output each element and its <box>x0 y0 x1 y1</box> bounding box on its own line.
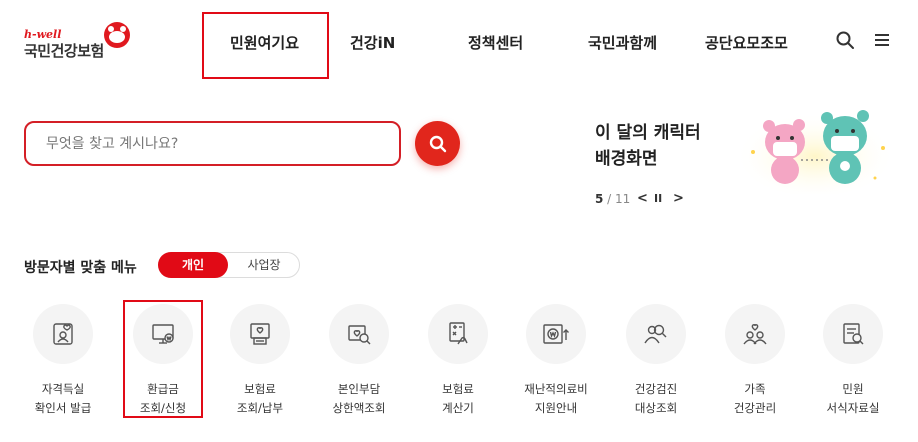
promo-total: 11 <box>615 192 631 206</box>
calculator-hand-icon <box>449 322 468 345</box>
menu-label: 보험료 조회/납부 <box>214 380 306 418</box>
menu-label: 재난적의료비 지원안내 <box>510 380 602 418</box>
promo-counter: 5 / 11 <box>595 192 630 206</box>
menu-item-qualification-cert[interactable]: 자격득실 확인서 발급 <box>17 304 109 434</box>
tab-business[interactable]: 사업장 <box>229 253 299 277</box>
search-icon[interactable] <box>835 30 855 50</box>
menu-label-line2: 계산기 <box>442 401 474 415</box>
hamburger-menu-icon[interactable] <box>872 30 892 50</box>
menu-item-refund[interactable]: 환급금 조회/신청 <box>117 304 209 434</box>
heart-search-icon <box>348 325 371 345</box>
search-box <box>24 121 401 166</box>
menu-item-disaster-medical-support[interactable]: 재난적의료비 지원안내 <box>510 304 602 434</box>
logo-text: 국민건강보험 <box>24 42 104 60</box>
visitor-type-toggle: 개인 사업장 <box>158 252 300 278</box>
menu-label-line1: 본인부담 <box>337 382 381 396</box>
search-button[interactable] <box>415 121 460 166</box>
menu-label-line1: 환급금 <box>147 382 179 396</box>
menu-label-line1: 민원 <box>842 382 864 396</box>
menu-icon-circle <box>823 304 883 364</box>
menu-label-line1: 재난적의료비 <box>524 382 588 396</box>
menu-icon-circle <box>526 304 586 364</box>
menu-icon-circle <box>626 304 686 364</box>
menu-item-copay-limit[interactable]: 본인부담 상한액조회 <box>313 304 405 434</box>
monitor-won-icon <box>152 324 174 344</box>
menu-label: 본인부담 상한액조회 <box>313 380 405 418</box>
menu-label-line1: 보험료 <box>244 382 276 396</box>
menu-label-line2: 조회/신청 <box>139 401 187 415</box>
won-support-icon <box>543 324 569 344</box>
nav-item-policy-center[interactable]: 정책센터 <box>468 32 523 53</box>
menu-label-line2: 건강관리 <box>733 401 777 415</box>
menu-label-line2: 서식자료실 <box>826 401 880 415</box>
menu-item-checkup-eligibility[interactable]: 건강검진 대상조회 <box>610 304 702 434</box>
visitor-menu-title: 방문자별 맞춤 메뉴 <box>24 260 137 276</box>
nav-item-health-in[interactable]: 건강iN <box>350 32 395 53</box>
logo-mark-icon <box>104 22 130 48</box>
menu-label-line2: 대상조회 <box>634 401 678 415</box>
promo-pause-button[interactable]: II <box>654 192 662 206</box>
menu-label-line2: 조회/납부 <box>236 401 284 415</box>
people-search-icon <box>644 324 667 344</box>
nav-item-about[interactable]: 공단요모조모 <box>705 32 788 53</box>
promo-title-line1: 이 달의 캐릭터 <box>595 123 701 143</box>
receipt-heart-icon <box>250 323 270 345</box>
menu-label: 자격득실 확인서 발급 <box>17 380 109 418</box>
promo-title-line2: 배경화면 <box>595 149 658 169</box>
family-heart-icon <box>743 323 767 345</box>
menu-label: 건강검진 대상조회 <box>610 380 702 418</box>
menu-label: 민원 서식자료실 <box>807 380 899 418</box>
menu-item-premium-calculator[interactable]: 보험료 계산기 <box>412 304 504 434</box>
search-input[interactable] <box>46 132 376 156</box>
promo-next-button[interactable]: > <box>673 192 684 206</box>
nav-item-minwon[interactable]: 민원여기요 <box>230 32 299 53</box>
menu-item-family-health[interactable]: 가족 건강관리 <box>709 304 801 434</box>
tab-personal[interactable]: 개인 <box>158 252 228 278</box>
menu-icon-circle <box>33 304 93 364</box>
menu-label-line2: 지원안내 <box>534 401 578 415</box>
logo[interactable]: h-well 국민건강보험 <box>24 20 144 64</box>
menu-label: 보험료 계산기 <box>412 380 504 418</box>
menu-item-forms-library[interactable]: 민원 서식자료실 <box>807 304 899 434</box>
menu-icon-circle <box>428 304 488 364</box>
document-search-icon <box>843 323 864 345</box>
search-icon <box>429 135 446 152</box>
menu-label-line1: 보험료 <box>442 382 474 396</box>
promo-prev-button[interactable]: < <box>637 192 648 206</box>
menu-item-premium-payment[interactable]: 보험료 조회/납부 <box>214 304 306 434</box>
promo-title[interactable]: 이 달의 캐릭터 배경화면 <box>595 120 745 172</box>
menu-label-line1: 자격득실 <box>41 382 85 396</box>
menu-label-line2: 상한액조회 <box>332 401 386 415</box>
menu-label-line1: 가족 <box>744 382 766 396</box>
menu-label-line1: 건강검진 <box>634 382 678 396</box>
menu-label-line2: 확인서 발급 <box>34 401 92 415</box>
promo-separator: / <box>603 192 616 206</box>
menu-icon-circle <box>133 304 193 364</box>
menu-icon-circle <box>230 304 290 364</box>
id-card-heart-icon <box>53 323 73 345</box>
nav-item-with-citizens[interactable]: 국민과함께 <box>588 32 657 53</box>
menu-icon-circle <box>329 304 389 364</box>
menu-label: 가족 건강관리 <box>709 380 801 418</box>
menu-icon-circle <box>725 304 785 364</box>
character-illustration[interactable] <box>735 102 895 194</box>
menu-label: 환급금 조회/신청 <box>117 380 209 418</box>
